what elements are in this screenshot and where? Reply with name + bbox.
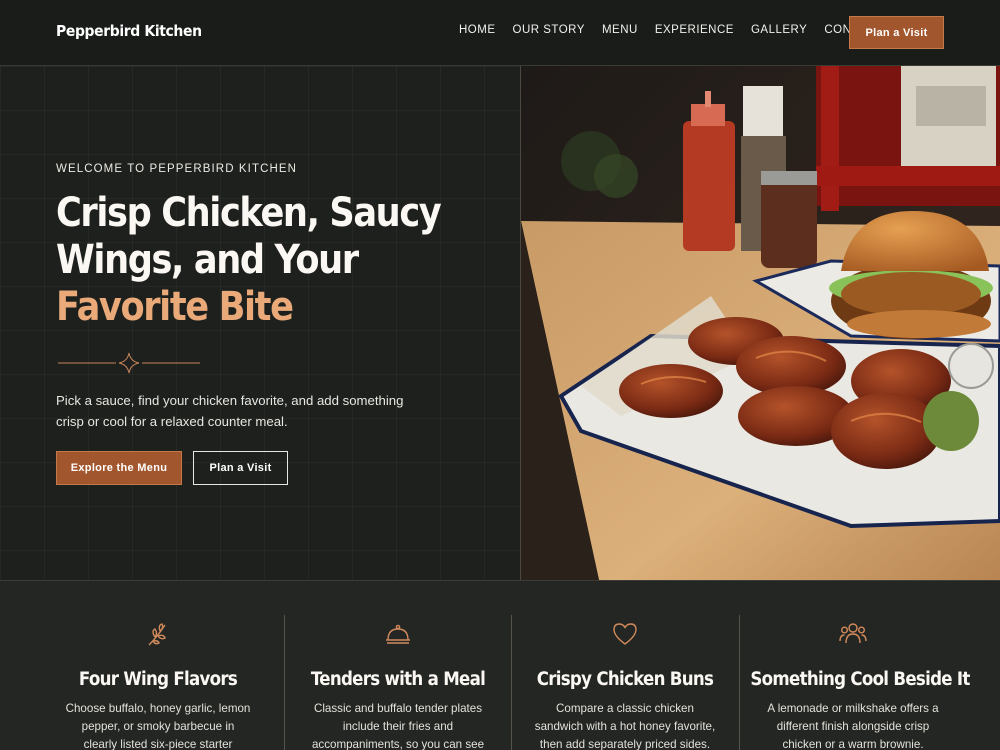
- nav-experience[interactable]: EXPERIENCE: [655, 24, 734, 36]
- feature-title: Something Cool Beside It: [750, 669, 970, 690]
- plan-visit-button[interactable]: Plan a Visit: [849, 16, 944, 49]
- feature-text: Classic and buffalo tender plates includ…: [311, 702, 485, 750]
- nav-our-story[interactable]: OUR STORY: [513, 24, 585, 36]
- feature-card: Crispy Chicken Buns Compare a classic ch…: [511, 615, 739, 750]
- heart-icon: [613, 623, 637, 645]
- wings-and-burger-illustration: [521, 66, 1000, 580]
- feature-card: Tenders with a Meal Classic and buffalo …: [284, 615, 512, 750]
- feature-text: A lemonade or milkshake offers a differe…: [767, 702, 939, 750]
- feature-card: Something Cool Beside It A lemonade or m…: [739, 615, 970, 750]
- headline-accent: Favorite Bite: [56, 284, 294, 330]
- nav-gallery[interactable]: GALLERY: [751, 24, 807, 36]
- feature-text: Choose buffalo, honey garlic, lemon pepp…: [65, 702, 251, 750]
- feature-title: Crispy Chicken Buns: [536, 669, 714, 690]
- feature-text: Compare a classic chicken sandwich with …: [534, 702, 716, 750]
- brand-logo[interactable]: Pepperbird Kitchen: [56, 22, 202, 40]
- nav-menu[interactable]: MENU: [602, 24, 638, 36]
- hero-intro-text: Pick a sauce, find your chicken favorite…: [56, 393, 404, 429]
- site-header: Pepperbird Kitchen HOME OUR STORY MENU E…: [0, 0, 1000, 66]
- headline-line-2: Wings, and Your: [56, 237, 359, 283]
- hero-food-photo: [521, 66, 1000, 580]
- hero-eyebrow: WELCOME TO PEPPERBIRD KITCHEN: [56, 163, 298, 175]
- explore-menu-button[interactable]: Explore the Menu: [56, 451, 182, 485]
- leaf-sprig-icon: [148, 623, 166, 646]
- cloche-icon: [386, 624, 410, 644]
- feature-card: Four Wing Flavors Choose buffalo, honey …: [44, 615, 272, 750]
- headline-line-1: Crisp Chicken, Saucy: [56, 190, 442, 236]
- feature-title: Four Wing Flavors: [78, 669, 238, 690]
- sparkle-divider-icon: [58, 352, 200, 374]
- nav-home[interactable]: HOME: [459, 24, 496, 36]
- features-section: Four Wing Flavors Choose buffalo, honey …: [0, 580, 1000, 750]
- hero-text-panel: WELCOME TO PEPPERBIRD KITCHEN Crisp Chic…: [0, 66, 521, 580]
- people-icon: [839, 623, 867, 644]
- feature-title: Tenders with a Meal: [310, 669, 486, 690]
- hero-headline: Crisp Chicken, Saucy Wings, and Your Fav…: [56, 190, 443, 331]
- main-nav: HOME OUR STORY MENU EXPERIENCE GALLERY C…: [459, 24, 900, 36]
- hero-plan-visit-button[interactable]: Plan a Visit: [193, 451, 288, 485]
